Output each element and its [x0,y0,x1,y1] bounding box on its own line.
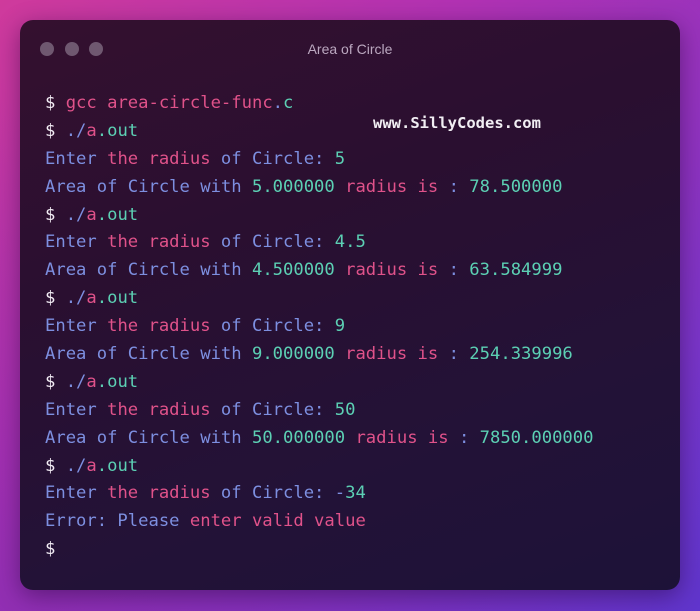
output-line: Area of Circle with 4.500000 radius is :… [45,257,670,285]
window-title: Area of Circle [307,41,393,57]
text-segment: of Circle: [210,148,335,169]
text-segment: .out [96,371,139,392]
text-segment: .out [96,288,139,309]
command-line: $ ./a.out [45,285,670,313]
text-segment: Area of Circle with [45,176,252,197]
text-segment: the radius [107,232,211,253]
text-segment: : [448,260,470,281]
text-segment: .out [96,204,139,225]
prompt-symbol: $ [45,288,56,309]
command-line: $ gcc area-circle-func.c [45,90,670,118]
text-segment: radius is [334,176,449,197]
command-line: $ ./a.out [45,118,670,146]
text-segment: a [86,371,97,392]
title-bar: Area of Circle [20,20,680,78]
output-line: Area of Circle with 50.000000 radius is … [45,425,670,453]
text-segment: ./ [55,288,87,309]
text-segment: a [86,288,97,309]
text-segment: Error: Please [45,511,190,532]
prompt-symbol: $ [45,455,56,476]
output-line: Enter the radius of Circle: -34 [45,480,670,508]
text-segment: radius is [334,344,449,365]
text-segment: radius is [345,427,459,448]
text-segment: the radius [107,399,211,420]
text-segment: . [272,93,284,113]
text-segment: .out [96,455,139,476]
text-segment: enter valid value [189,511,366,532]
prompt-symbol: $ [45,371,56,392]
prompt-symbol: $ [45,204,56,225]
prompt-line: $ [45,536,670,564]
text-segment: 78.500000 [469,176,563,197]
text-segment: a [86,120,97,141]
text-segment: Area of Circle with [45,427,252,448]
text-segment: 4.5 [334,232,366,253]
text-segment: 4.500000 [251,260,335,281]
text-segment: ./ [55,455,87,476]
text-segment: of Circle: [210,399,335,420]
watermark: www.SillyCodes.com [373,114,541,132]
text-segment: .out [96,120,139,141]
text-segment: 254.339996 [469,344,573,365]
text-segment: Enter [45,148,108,169]
text-segment: 7850.000000 [479,427,594,448]
text-segment: 50.000000 [251,427,346,448]
output-line: Enter the radius of Circle: 4.5 [45,229,670,257]
text-segment: 34 [345,483,366,504]
text-segment: of Circle: - [210,483,346,504]
text-segment: 5 [334,148,346,169]
text-segment: gcc area-circle-func [55,93,273,113]
text-segment: the radius [107,483,211,504]
terminal-output[interactable]: $ gcc area-circle-func.c $ ./a.out Enter t… [45,90,670,564]
text-segment: ./ [55,371,87,392]
text-segment: 9.000000 [251,344,335,365]
text-segment: : [448,176,470,197]
text-segment: the radius [107,316,211,337]
text-segment: a [86,204,97,225]
command-line: $ ./a.out [45,202,670,230]
prompt-symbol: $ [45,120,56,141]
text-segment: Area of Circle with [45,260,252,281]
text-segment: Area of Circle with [45,344,252,365]
output-line: Enter the radius of Circle: 50 [45,397,670,425]
text-segment: : [448,344,470,365]
text-segment: radius is [334,260,449,281]
text-segment: : [458,427,480,448]
text-segment: Enter [45,316,108,337]
text-segment: ./ [55,120,87,141]
command-line: $ ./a.out [45,453,670,481]
text-segment: c [283,93,294,113]
output-line: Area of Circle with 5.000000 radius is :… [45,174,670,202]
output-line: Error: Please enter valid value [45,508,670,536]
terminal-window: Area of Circle $ gcc area-circle-func.c $… [20,20,680,590]
text-segment: Enter [45,399,108,420]
prompt-symbol: $ [45,93,56,113]
text-segment: 5.000000 [251,176,335,197]
text-segment: a [86,455,97,476]
text-segment: of Circle: [210,232,335,253]
text-segment: 9 [334,316,346,337]
text-segment: Enter [45,483,108,504]
text-segment: Enter [45,232,108,253]
prompt-symbol: $ [45,539,56,560]
output-line: Enter the radius of Circle: 9 [45,313,670,341]
text-segment: 63.584999 [469,260,563,281]
text-segment: 50 [334,399,356,420]
output-line: Area of Circle with 9.000000 radius is :… [45,341,670,369]
text-segment: the radius [107,148,211,169]
output-line: Enter the radius of Circle: 5 [45,146,670,174]
text-segment: of Circle: [210,316,335,337]
text-segment: ./ [55,204,87,225]
command-line: $ ./a.out [45,369,670,397]
